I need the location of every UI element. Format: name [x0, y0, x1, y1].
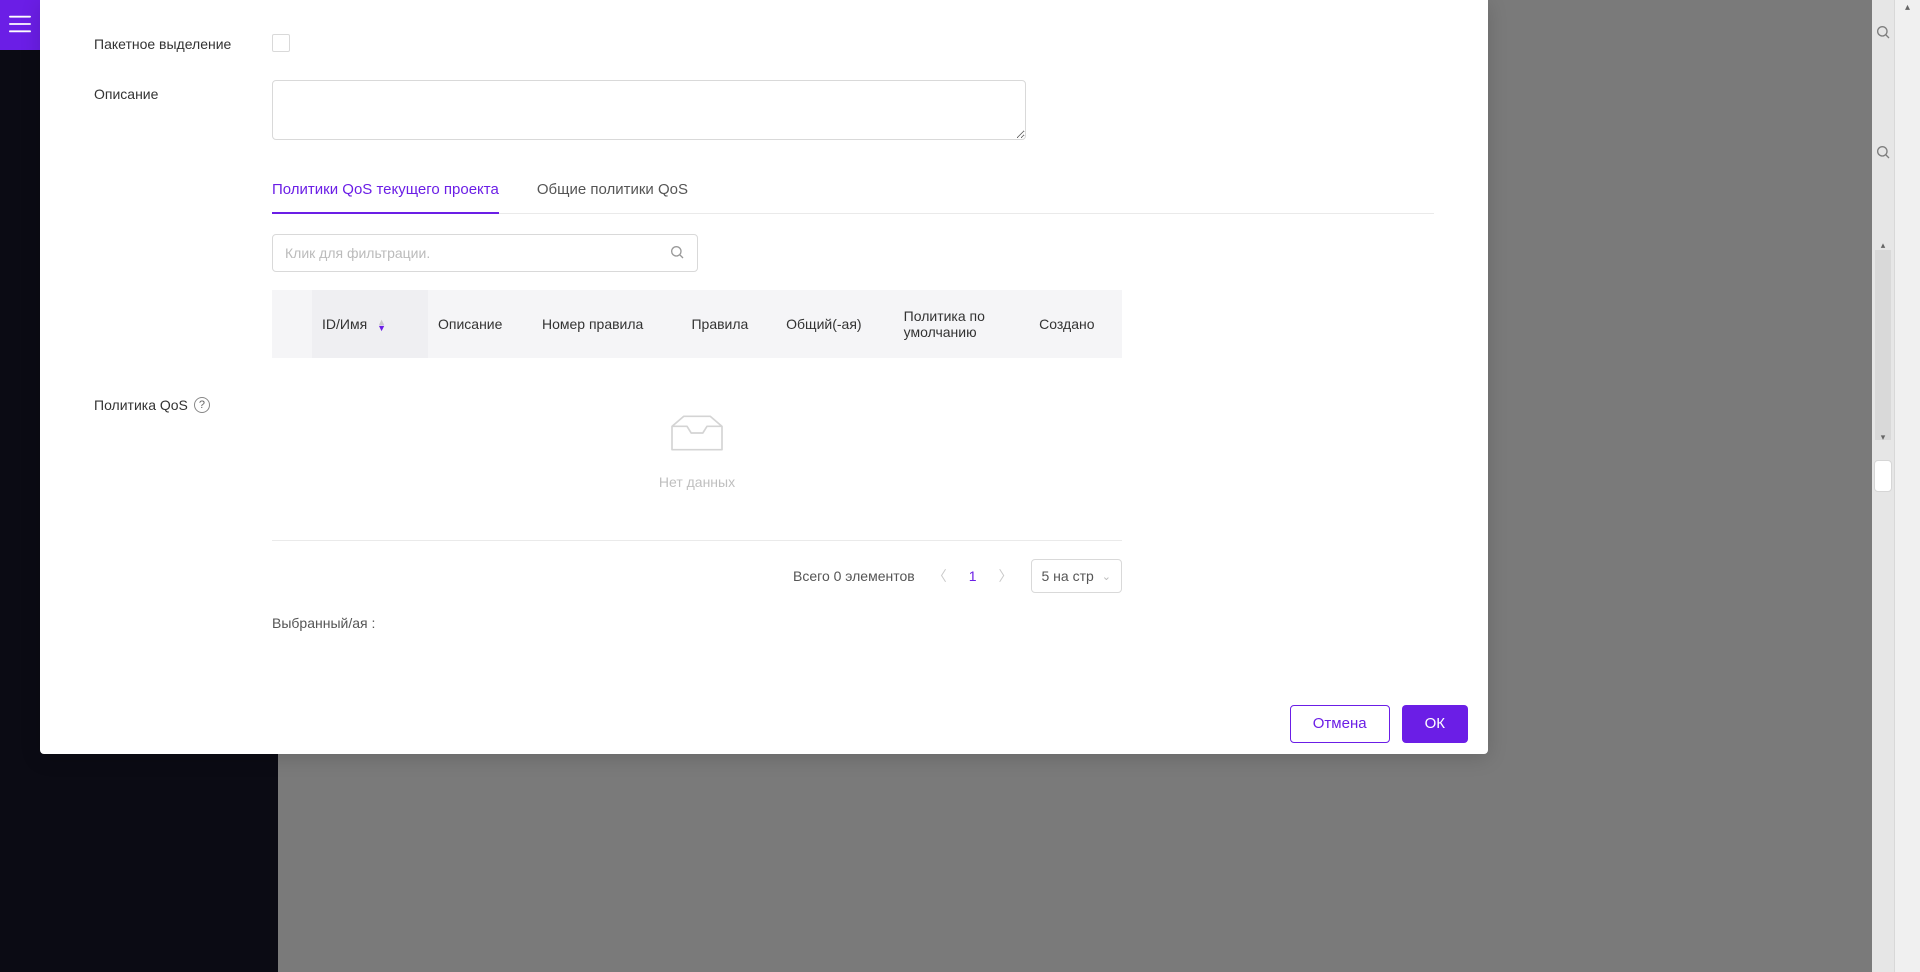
row-qos: Политика QoS ? Политики QoS текущего про…: [94, 171, 1434, 631]
page-size-select[interactable]: 5 на стр ⌄: [1031, 559, 1123, 593]
batch-select-checkbox[interactable]: [272, 34, 290, 52]
tab-current-project-qos[interactable]: Политики QoS текущего проекта: [272, 171, 499, 214]
partial-input-stub: [1874, 460, 1892, 492]
page-prev-button[interactable]: 〈: [929, 566, 951, 586]
col-shared[interactable]: Общий(-ая): [776, 290, 894, 358]
table-header-row: ID/Имя ▲▼ Описание Номер правила Правила…: [272, 290, 1122, 358]
page-number[interactable]: 1: [965, 568, 981, 584]
batch-select-label: Пакетное выделение: [94, 30, 272, 52]
col-created[interactable]: Создано: [1029, 290, 1122, 358]
description-textarea[interactable]: [272, 80, 1026, 140]
row-description: Описание: [94, 80, 1434, 143]
chevron-left-icon: 〈: [933, 568, 947, 584]
qos-tabs: Политики QoS текущего проекта Общие поли…: [272, 171, 1434, 214]
selected-label: Выбранный/ая :: [272, 615, 1434, 631]
help-icon[interactable]: ?: [194, 397, 210, 413]
empty-box-icon: [272, 408, 1122, 458]
qos-policy-label: Политика QoS: [94, 397, 188, 413]
filter-wrap: [272, 234, 1434, 272]
description-label: Описание: [94, 80, 272, 143]
chevron-right-icon: 〉: [999, 568, 1013, 584]
row-batch-select: Пакетное выделение: [94, 30, 1434, 52]
cancel-button[interactable]: Отмена: [1290, 705, 1390, 743]
search-icon[interactable]: [1875, 24, 1891, 43]
filter-input-container[interactable]: [272, 234, 698, 272]
outer-scrollbar[interactable]: ▴: [1894, 0, 1920, 972]
qos-table: ID/Имя ▲▼ Описание Номер правила Правила…: [272, 290, 1122, 358]
inner-scroll-down-icon: ▾: [1881, 432, 1886, 443]
empty-text: Нет данных: [272, 474, 1122, 490]
col-description[interactable]: Описание: [428, 290, 532, 358]
filter-input[interactable]: [285, 245, 669, 261]
col-default-policy[interactable]: Политика по умолчанию: [894, 290, 1030, 358]
col-rules[interactable]: Правила: [681, 290, 776, 358]
chevron-down-icon: ⌄: [1102, 570, 1111, 583]
inner-scrollbar[interactable]: [1875, 250, 1891, 440]
ok-button[interactable]: ОК: [1402, 705, 1468, 743]
pagination: Всего 0 элементов 〈 1 〉 5 на стр ⌄: [272, 541, 1122, 597]
dialog-footer: Отмена ОК: [40, 692, 1488, 754]
dialog: Пакетное выделение Описание Политика QoS…: [40, 0, 1488, 754]
scroll-up-icon: ▴: [1905, 2, 1910, 13]
qos-policy-label-wrap: Политика QoS ?: [94, 171, 272, 631]
sort-icon: ▲▼: [377, 319, 386, 331]
hamburger-menu-button[interactable]: [0, 0, 40, 50]
page-next-button[interactable]: 〉: [995, 566, 1017, 586]
hamburger-icon: [9, 15, 31, 36]
col-id-name[interactable]: ID/Имя ▲▼: [312, 290, 428, 358]
col-id-name-label: ID/Имя: [322, 316, 367, 332]
dialog-body: Пакетное выделение Описание Политика QoS…: [40, 0, 1488, 692]
search-icon[interactable]: [1875, 144, 1891, 163]
page-size-label: 5 на стр: [1042, 568, 1094, 584]
col-rule-number[interactable]: Номер правила: [532, 290, 681, 358]
col-select: [272, 290, 312, 358]
tab-shared-qos[interactable]: Общие политики QoS: [537, 171, 688, 214]
qos-area: Политики QoS текущего проекта Общие поли…: [272, 171, 1434, 631]
pagination-total: Всего 0 элементов: [793, 568, 915, 584]
empty-state: Нет данных: [272, 358, 1122, 530]
search-icon: [669, 244, 685, 263]
right-panel-stub: ▴ ▾: [1872, 0, 1894, 972]
